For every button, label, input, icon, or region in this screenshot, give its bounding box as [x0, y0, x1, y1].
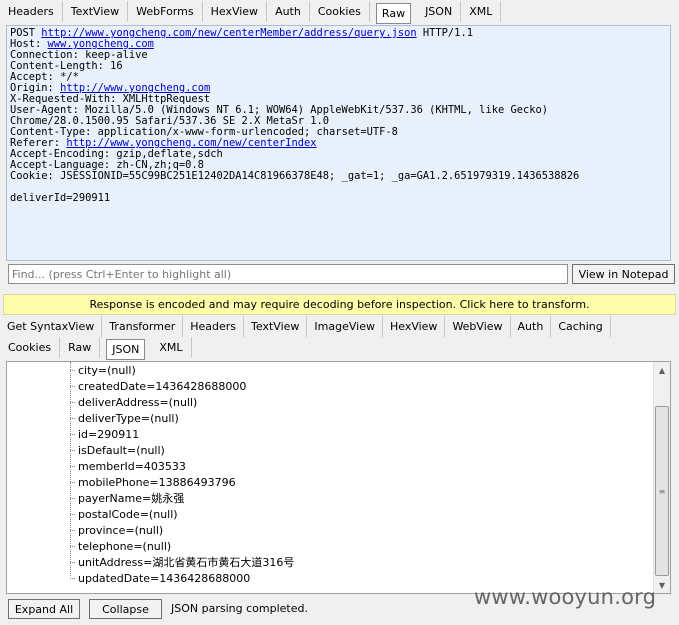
request-tab-auth[interactable]: Auth — [267, 1, 310, 22]
response-tab-json[interactable]: JSON — [106, 339, 146, 360]
header-value: Mozilla/5.0 (Windows NT 6.1; WOW64) Appl… — [10, 104, 548, 127]
request-tab-json[interactable]: JSON — [417, 1, 462, 22]
grip-icon: ≡ — [658, 486, 666, 496]
tree-node-label: postalCode=(null) — [78, 507, 178, 521]
tree-node[interactable]: memberId=403533 — [7, 458, 652, 474]
tree-node[interactable]: province=(null) — [7, 522, 652, 538]
request-protocol: HTTP/1.1 — [422, 27, 473, 39]
response-tab-imageview[interactable]: ImageView — [307, 316, 383, 337]
request-tab-headers[interactable]: Headers — [0, 1, 63, 22]
request-tab-webforms[interactable]: WebForms — [128, 1, 203, 22]
response-tab-transformer[interactable]: Transformer — [102, 316, 184, 337]
response-tab-raw[interactable]: Raw — [60, 337, 101, 358]
tree-node-label: deliverType=(null) — [78, 411, 179, 425]
tree-node[interactable]: telephone=(null) — [7, 538, 652, 554]
transform-banner[interactable]: Response is encoded and may require deco… — [3, 294, 676, 315]
tree-node-label: isDefault=(null) — [78, 443, 165, 457]
request-tab-cookies[interactable]: Cookies — [310, 1, 370, 22]
scroll-up-arrow-icon[interactable]: ▲ — [654, 362, 670, 378]
tree-node[interactable]: mobilePhone=13886493796 — [7, 474, 652, 490]
tree-node-label: updatedDate=1436428688000 — [78, 571, 251, 585]
tree-node[interactable]: createdDate=1436428688000 — [7, 378, 652, 394]
tree-node-label: mobilePhone=13886493796 — [78, 475, 236, 489]
request-tab-textview[interactable]: TextView — [63, 1, 129, 22]
request-tab-xml[interactable]: XML — [461, 1, 502, 22]
tree-node[interactable]: postalCode=(null) — [7, 506, 652, 522]
collapse-button[interactable]: Collapse — [89, 599, 162, 619]
request-tab-bar: Headers TextView WebForms HexView Auth Cookie… — [0, 1, 679, 24]
scroll-thumb[interactable]: ≡ — [655, 406, 669, 576]
response-tab-xml[interactable]: XML — [151, 337, 192, 358]
expand-all-button[interactable]: Expand All — [8, 599, 80, 619]
status-text: JSON parsing completed. — [171, 602, 308, 615]
tree-node[interactable]: deliverType=(null) — [7, 410, 652, 426]
tree-node[interactable]: city=(null) — [7, 362, 652, 378]
response-tab-hexview[interactable]: HexView — [383, 316, 446, 337]
tree-node-label: payerName=姚永强 — [78, 492, 185, 505]
response-tab-webview[interactable]: WebView — [445, 316, 511, 337]
response-tab-bar-row1: Get SyntaxView Transformer Headers TextView… — [0, 316, 679, 338]
header-value: 16 — [110, 60, 123, 72]
tree-node-label: city=(null) — [78, 363, 136, 377]
tree-node-label: telephone=(null) — [78, 539, 172, 553]
watermark: www.wooyun.org — [474, 585, 657, 609]
tree-node-label: createdDate=1436428688000 — [78, 379, 247, 393]
request-raw-panel[interactable]: POST http://www.yongcheng.com/new/center… — [6, 25, 671, 261]
response-tab-textview[interactable]: TextView — [244, 316, 308, 337]
tree-node-label: unitAddress=湖北省黄石市黄石大道316号 — [78, 556, 295, 569]
view-in-notepad-button[interactable]: View in Notepad — [572, 264, 675, 284]
response-tab-headers[interactable]: Headers — [183, 316, 245, 337]
tree-node[interactable]: updatedDate=1436428688000 — [7, 570, 652, 586]
tree-node-label: memberId=403533 — [78, 459, 186, 473]
tree-node[interactable]: deliverAddress=(null) — [7, 394, 652, 410]
scroll-down-arrow-icon[interactable]: ▼ — [654, 577, 670, 593]
request-body: deliverId=290911 — [10, 192, 111, 204]
response-tab-cookies[interactable]: Cookies — [0, 337, 61, 358]
json-tree-panel[interactable]: city=(null) createdDate=1436428688000 deli… — [6, 361, 671, 594]
json-tree-list: city=(null) createdDate=1436428688000 deli… — [7, 362, 652, 586]
request-tab-hexview[interactable]: HexView — [203, 1, 268, 22]
header-name: Cookie — [10, 170, 48, 182]
response-tab-auth[interactable]: Auth — [511, 316, 552, 337]
tree-node[interactable]: id=290911 — [7, 426, 652, 442]
response-tab-caching[interactable]: Caching — [551, 316, 611, 337]
tree-node[interactable]: unitAddress=湖北省黄石市黄石大道316号 — [7, 554, 652, 570]
request-tab-raw[interactable]: Raw — [375, 3, 412, 24]
header-value: JSESSIONID=55C99BC251E12402DA14C81966378… — [60, 170, 580, 182]
request-raw-text[interactable]: POST http://www.yongcheng.com/new/center… — [7, 26, 670, 206]
find-row: View in Notepad — [8, 264, 675, 286]
tree-node[interactable]: payerName=姚永强 — [7, 490, 652, 506]
tree-node-label: province=(null) — [78, 523, 164, 537]
tree-node-label: id=290911 — [78, 427, 140, 441]
tree-node[interactable]: isDefault=(null) — [7, 442, 652, 458]
find-input[interactable] — [8, 264, 568, 284]
vertical-scrollbar[interactable]: ▲ ≡ ▼ — [653, 362, 670, 593]
response-tab-bar-row2: Cookies Raw JSON XML — [0, 337, 679, 360]
tree-node-label: deliverAddress=(null) — [78, 395, 198, 409]
response-tab-get-syntaxview[interactable]: Get SyntaxView — [0, 316, 103, 337]
